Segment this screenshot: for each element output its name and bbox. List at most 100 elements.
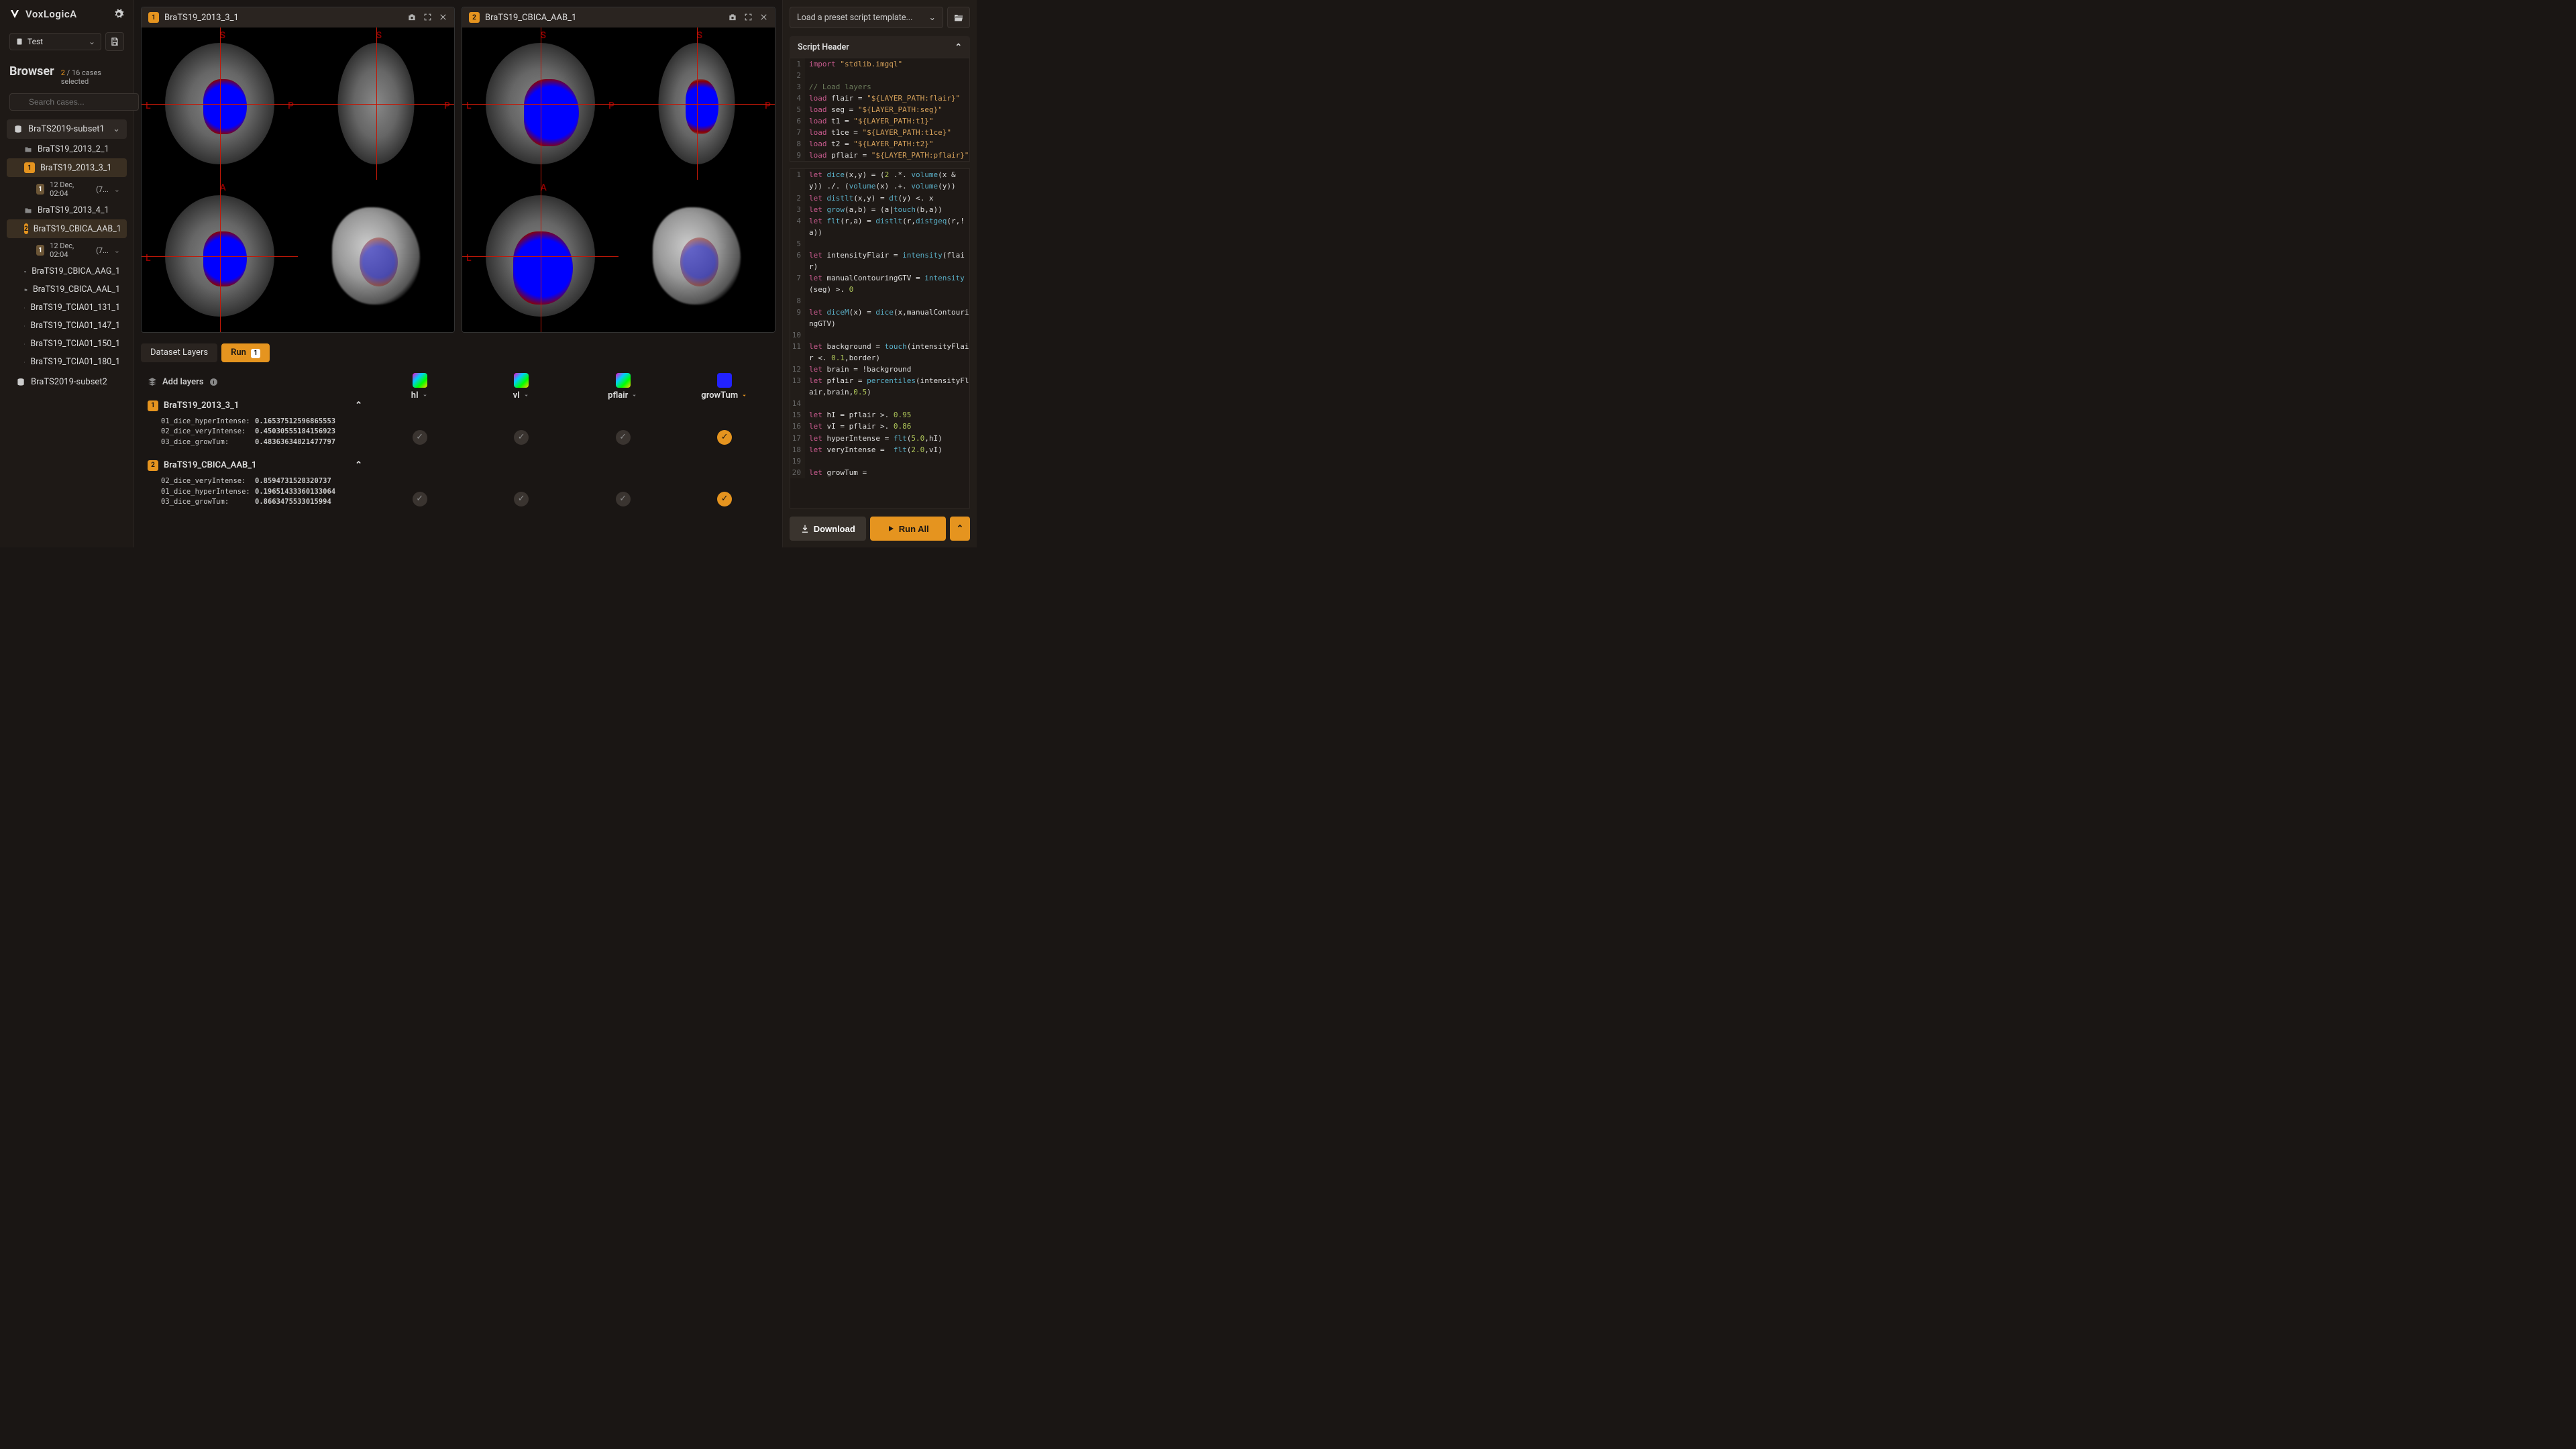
palette-icon[interactable] bbox=[717, 373, 732, 388]
folder-icon bbox=[24, 268, 26, 276]
dataset-brats2019-subset2[interactable]: BraTS2019-subset2 bbox=[9, 372, 124, 392]
folder-icon bbox=[24, 146, 32, 154]
viewer-body[interactable]: SLP SP AL bbox=[462, 28, 775, 332]
run-badge: 1 bbox=[36, 245, 44, 256]
palette-icon[interactable] bbox=[616, 373, 631, 388]
layer-toggle[interactable]: ✓ bbox=[717, 492, 732, 506]
layer-toggle[interactable]: ✓ bbox=[413, 430, 427, 445]
layers-icon bbox=[148, 377, 157, 386]
download-icon[interactable] bbox=[631, 392, 638, 399]
save-button[interactable] bbox=[105, 32, 124, 51]
open-folder-button[interactable] bbox=[947, 7, 970, 28]
viewer-body[interactable]: SLP SP AL bbox=[142, 28, 454, 332]
brand-name: VoxLogicA bbox=[25, 8, 77, 20]
case-item[interactable]: BraTS19_2013_4_1 bbox=[7, 201, 127, 219]
viewer-2: 2 BraTS19_CBICA_AAB_1 SLP SP AL bbox=[462, 7, 775, 333]
run-more-button[interactable]: ⌃ bbox=[950, 517, 970, 541]
tab-dataset-layers[interactable]: Dataset Layers bbox=[141, 343, 217, 362]
folder-icon bbox=[24, 340, 25, 348]
viewer-title: BraTS19_2013_3_1 bbox=[164, 13, 239, 23]
workspace-name: Test bbox=[28, 37, 43, 46]
clipboard-icon bbox=[15, 38, 23, 46]
folder-icon bbox=[24, 322, 25, 330]
case-item-selected[interactable]: 2BraTS19_CBICA_AAB_1 bbox=[7, 219, 127, 238]
case-header-2[interactable]: 2BraTS19_CBICA_AAB_1⌃ bbox=[141, 456, 369, 475]
browser-count: 2 / 16 cases selected bbox=[61, 68, 124, 86]
layer-toggle[interactable]: ✓ bbox=[616, 430, 631, 445]
viewer-badge: 1 bbox=[148, 12, 159, 23]
chevron-down-icon: ⌄ bbox=[114, 246, 120, 255]
main: 1 BraTS19_2013_3_1 SLP SP AL bbox=[134, 0, 782, 547]
chevron-down-icon: ⌄ bbox=[114, 185, 120, 194]
metrics-1: 01_dice_hyperIntense:0.16537512596865553… bbox=[141, 415, 369, 451]
download-button[interactable]: Download bbox=[790, 517, 866, 541]
search-row bbox=[0, 90, 133, 118]
script-header-code[interactable]: 1import "stdlib.imgql"2 3// Load layers4… bbox=[790, 58, 970, 162]
layer-toggle[interactable]: ✓ bbox=[514, 430, 529, 445]
layer-toggle[interactable]: ✓ bbox=[616, 492, 631, 506]
download-icon[interactable] bbox=[523, 392, 530, 399]
camera-icon[interactable] bbox=[407, 13, 417, 22]
script-body-code[interactable]: 1let dice(x,y) = (2 .*. volume(x & y)) .… bbox=[790, 168, 970, 508]
play-icon bbox=[887, 525, 895, 533]
case-item[interactable]: BraTS19_TCIA01_150_1 bbox=[7, 335, 127, 353]
download-icon[interactable] bbox=[741, 392, 748, 399]
metrics-2: 02_dice_veryIntense:0.8594731528320737 0… bbox=[141, 475, 369, 511]
case-item[interactable]: BraTS19_2013_2_1 bbox=[7, 140, 127, 158]
viewer-header: 2 BraTS19_CBICA_AAB_1 bbox=[462, 7, 775, 28]
run-item[interactable]: 112 Dec, 02:04 (7...⌄ bbox=[7, 177, 127, 201]
layer-toggle[interactable]: ✓ bbox=[413, 492, 427, 506]
close-icon[interactable] bbox=[759, 13, 768, 22]
run-item[interactable]: 112 Dec, 02:04 (7...⌄ bbox=[7, 238, 127, 262]
case-badge: 1 bbox=[24, 162, 35, 173]
layer-col-growTum: growTum ✓ ✓ bbox=[674, 373, 776, 511]
brand-row: VoxLogicA bbox=[0, 0, 133, 28]
layer-col-pflair: pflair ✓ ✓ bbox=[572, 373, 674, 511]
layer-toggle[interactable]: ✓ bbox=[717, 430, 732, 445]
script-header-toggle[interactable]: Script Header⌃ bbox=[790, 36, 970, 58]
sidebar: VoxLogicA Test ⌄ Browser 2 / 16 cases se… bbox=[0, 0, 134, 547]
folder-icon bbox=[24, 304, 25, 312]
layer-toggle[interactable]: ✓ bbox=[514, 492, 529, 506]
case-item[interactable]: BraTS19_TCIA01_180_1 bbox=[7, 353, 127, 371]
palette-icon[interactable] bbox=[514, 373, 529, 388]
chevron-up-icon: ⌃ bbox=[955, 42, 962, 52]
layer-col-vI: vI ✓ ✓ bbox=[471, 373, 573, 511]
viewer-row: 1 BraTS19_2013_3_1 SLP SP AL bbox=[134, 0, 782, 339]
case-item[interactable]: BraTS19_TCIA01_131_1 bbox=[7, 299, 127, 317]
workspace-select[interactable]: Test ⌄ bbox=[9, 33, 101, 50]
preset-select[interactable]: Load a preset script template...⌄ bbox=[790, 7, 943, 28]
case-badge: 2 bbox=[24, 223, 28, 234]
case-tree: BraTS2019-subset1 ⌄ BraTS19_2013_2_1 1Br… bbox=[0, 118, 133, 547]
palette-icon[interactable] bbox=[413, 373, 427, 388]
case-header-1[interactable]: 1BraTS19_2013_3_1⌃ bbox=[141, 396, 369, 415]
viewer-1: 1 BraTS19_2013_3_1 SLP SP AL bbox=[141, 7, 455, 333]
download-icon[interactable] bbox=[421, 392, 429, 399]
case-item[interactable]: BraTS19_CBICA_AAL_1 bbox=[7, 280, 127, 299]
info-icon[interactable]: i bbox=[209, 378, 218, 386]
brand-logo bbox=[9, 9, 20, 19]
svg-text:i: i bbox=[213, 379, 214, 385]
viewer-badge: 2 bbox=[469, 12, 480, 23]
case-item-selected[interactable]: 1BraTS19_2013_3_1 bbox=[7, 158, 127, 177]
dataset-name: BraTS2019-subset2 bbox=[31, 377, 107, 387]
database-icon bbox=[13, 125, 23, 134]
chevron-down-icon: ⌄ bbox=[929, 12, 936, 23]
fullscreen-icon[interactable] bbox=[744, 13, 753, 22]
case-item[interactable]: BraTS19_CBICA_AAG_1 bbox=[7, 262, 127, 280]
script-panel: Load a preset script template...⌄ Script… bbox=[782, 0, 977, 547]
folder-open-icon bbox=[953, 12, 964, 23]
tab-run[interactable]: Run 1 bbox=[221, 343, 270, 362]
search-input[interactable] bbox=[9, 93, 139, 111]
run-all-button[interactable]: Run All bbox=[870, 517, 947, 541]
viewer-title: BraTS19_CBICA_AAB_1 bbox=[485, 13, 576, 23]
add-layers[interactable]: Add layers i bbox=[141, 373, 369, 391]
close-icon[interactable] bbox=[439, 13, 447, 22]
settings-icon[interactable] bbox=[113, 9, 124, 19]
case-item[interactable]: BraTS19_TCIA01_147_1 bbox=[7, 317, 127, 335]
dataset-brats2019-subset1[interactable]: BraTS2019-subset1 ⌄ bbox=[7, 119, 127, 139]
camera-icon[interactable] bbox=[728, 13, 737, 22]
folder-icon bbox=[24, 358, 25, 366]
fullscreen-icon[interactable] bbox=[423, 13, 432, 22]
chevron-up-icon: ⌃ bbox=[355, 460, 362, 470]
